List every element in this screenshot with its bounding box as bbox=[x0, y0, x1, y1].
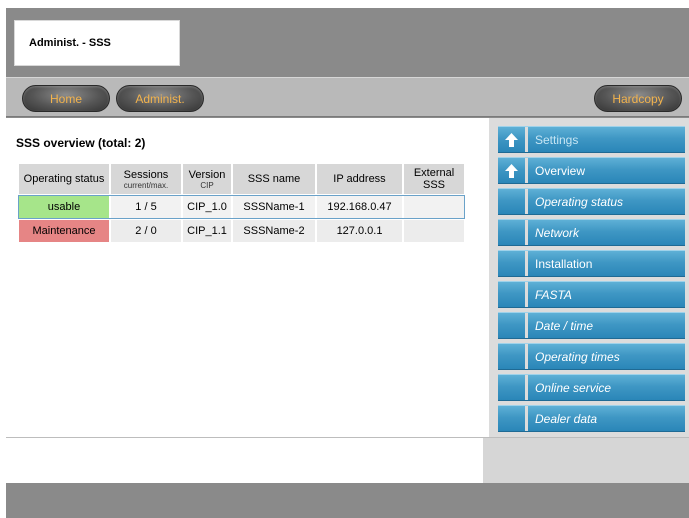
up-arrow-icon bbox=[505, 133, 518, 147]
menu-item-installation[interactable]: Installation bbox=[498, 250, 685, 277]
column-header-label: Sessions bbox=[123, 168, 169, 181]
administ-button[interactable]: Administ. bbox=[116, 85, 204, 112]
column-header-label: SSS name bbox=[247, 173, 301, 185]
menu-item-online-service[interactable]: Online service bbox=[498, 374, 685, 401]
hardcopy-button[interactable]: Hardcopy bbox=[594, 85, 682, 112]
menu-item-fasta[interactable]: FASTA bbox=[498, 281, 685, 308]
menu-item-overview[interactable]: Overview bbox=[498, 157, 685, 184]
menu-item-label: FASTA bbox=[535, 287, 572, 302]
menu-item-dealer-data[interactable]: Dealer data bbox=[498, 405, 685, 432]
sss-overview-table: Operating status Sessions current/max. Ve… bbox=[17, 162, 466, 244]
menu-item-label: Dealer data bbox=[535, 411, 598, 426]
column-header: IP address bbox=[317, 164, 402, 194]
status-cell: usable bbox=[19, 196, 109, 218]
app-frame: Administ. - SSS Home Administ. Hardcopy … bbox=[6, 8, 689, 518]
column-header: Operating status bbox=[19, 164, 109, 194]
menu-item-date-time[interactable]: Date / time bbox=[498, 312, 685, 339]
version-cell: CIP_1.1 bbox=[183, 220, 231, 242]
status-bar bbox=[6, 483, 689, 518]
menu-item-label: Settings bbox=[535, 132, 579, 147]
ip-address-cell: 127.0.0.1 bbox=[317, 220, 402, 242]
main-content: SSS overview (total: 2) Operating status… bbox=[6, 118, 489, 437]
menu-footer bbox=[483, 437, 689, 483]
table-header-row: Operating status Sessions current/max. Ve… bbox=[19, 164, 464, 194]
column-header: Version CIP bbox=[183, 164, 231, 194]
table-row[interactable]: Maintenance 2 / 0 CIP_1.1 SSSName-2 127.… bbox=[19, 220, 464, 242]
side-menu: Settings Overview Operating status Netwo… bbox=[489, 118, 689, 437]
column-header-label: Operating status bbox=[23, 173, 105, 185]
up-arrow-icon bbox=[505, 164, 518, 178]
menu-item-label: Date / time bbox=[535, 318, 594, 333]
sss-name-cell: SSSName-1 bbox=[233, 196, 315, 218]
message-area bbox=[6, 437, 483, 483]
sessions-cell: 2 / 0 bbox=[111, 220, 181, 242]
column-header: SSS name bbox=[233, 164, 315, 194]
column-header: Sessions current/max. bbox=[111, 164, 181, 194]
home-button[interactable]: Home bbox=[22, 85, 110, 112]
menu-item-operating-status[interactable]: Operating status bbox=[498, 188, 685, 215]
nav-bar: Home Administ. Hardcopy bbox=[6, 77, 689, 117]
window-title: Administ. - SSS bbox=[14, 20, 180, 66]
sessions-cell: 1 / 5 bbox=[111, 196, 181, 218]
menu-item-operating-times[interactable]: Operating times bbox=[498, 343, 685, 370]
menu-item-network[interactable]: Network bbox=[498, 219, 685, 246]
column-header-label: IP address bbox=[333, 173, 386, 185]
table-row[interactable]: usable 1 / 5 CIP_1.0 SSSName-1 192.168.0… bbox=[18, 195, 465, 219]
column-header-label: External SSS bbox=[413, 167, 455, 191]
column-header-label: Version bbox=[188, 168, 226, 181]
sss-name-cell: SSSName-2 bbox=[233, 220, 315, 242]
menu-item-settings[interactable]: Settings bbox=[498, 126, 685, 153]
ip-address-cell: 192.168.0.47 bbox=[317, 196, 402, 218]
column-header: External SSS bbox=[404, 164, 464, 194]
menu-item-label: Installation bbox=[535, 256, 593, 271]
menu-item-label: Overview bbox=[535, 163, 586, 178]
external-sss-cell bbox=[404, 196, 464, 218]
menu-item-label: Operating status bbox=[535, 194, 624, 209]
column-header-sublabel: CIP bbox=[200, 180, 214, 190]
menu-item-label: Operating times bbox=[535, 349, 620, 364]
page-title: SSS overview (total: 2) bbox=[16, 136, 146, 150]
version-cell: CIP_1.0 bbox=[183, 196, 231, 218]
external-sss-cell bbox=[404, 220, 464, 242]
menu-item-label: Network bbox=[535, 225, 580, 240]
menu-item-label: Online service bbox=[535, 380, 612, 395]
column-header-sublabel: current/max. bbox=[123, 180, 169, 190]
status-cell: Maintenance bbox=[19, 220, 109, 242]
